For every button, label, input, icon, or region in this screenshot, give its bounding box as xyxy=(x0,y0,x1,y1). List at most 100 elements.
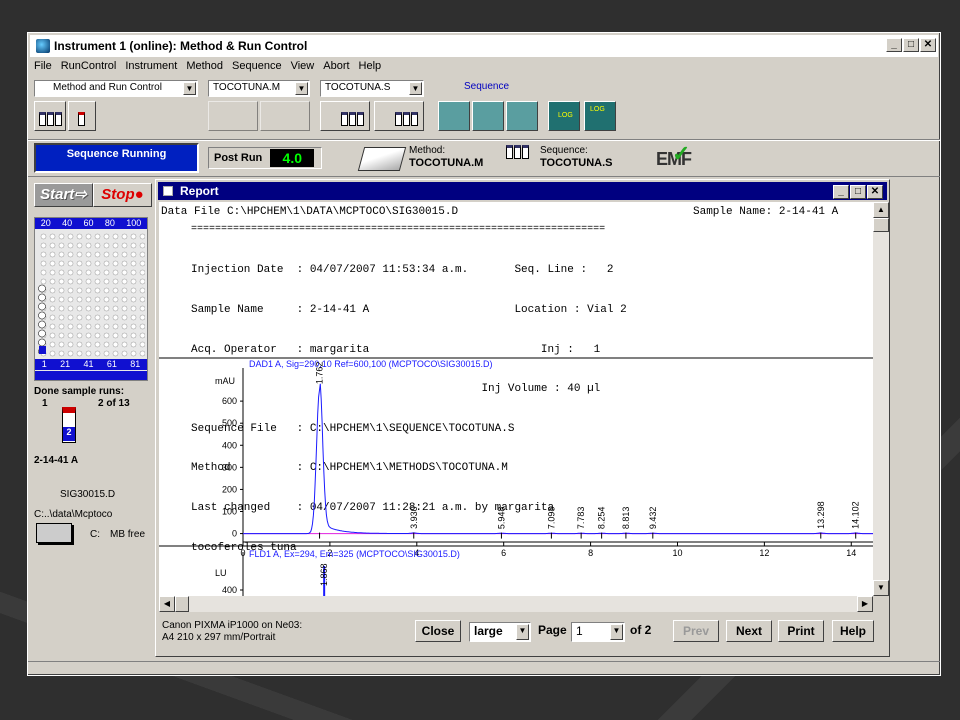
emf-status-icon[interactable]: EMF ✓ xyxy=(656,141,692,170)
drive-letter: C: xyxy=(90,529,100,540)
sequence-combo-value: TOCOTUNA.S xyxy=(325,82,391,93)
dad-peak-label: 3.930 xyxy=(409,506,419,529)
tray-col-label: 60 xyxy=(83,218,94,228)
chevron-down-icon[interactable]: ▼ xyxy=(409,82,422,95)
start-label: Start xyxy=(40,186,75,203)
chevron-down-icon[interactable]: ▼ xyxy=(183,82,196,95)
method-info: Method: TOCOTUNA.M xyxy=(409,145,483,170)
fld-y-tick-label: 400 xyxy=(222,585,237,595)
log-vials-button[interactable]: LOG xyxy=(584,101,616,131)
menu-instrument[interactable]: Instrument xyxy=(125,58,177,74)
report-horizontal-scrollbar[interactable]: ◀ ▶ xyxy=(159,596,873,612)
tray-col-label: 100 xyxy=(126,218,142,228)
tray-current-vial xyxy=(39,346,46,354)
fld-y-label: LU xyxy=(215,568,227,578)
report-close-action-button[interactable]: Close xyxy=(415,620,461,642)
dad-y-tick-label: 100 xyxy=(222,507,237,517)
menu-help[interactable]: Help xyxy=(359,58,382,74)
report-close-button[interactable]: ✕ xyxy=(867,185,883,199)
chromatogram-chart: DAD1 A, Sig=290,10 Ref=600,100 (MCPTOCO\… xyxy=(159,357,873,596)
stop-label: Stop xyxy=(101,186,135,203)
dad-peak-label: 9.432 xyxy=(648,507,658,530)
menu-method[interactable]: Method xyxy=(186,58,223,74)
save-sequence-button[interactable] xyxy=(374,101,424,131)
method-combo[interactable]: TOCOTUNA.M ▼ xyxy=(208,80,310,97)
log-button[interactable]: LOG xyxy=(548,101,580,131)
current-data-file: SIG30015.D xyxy=(60,489,116,500)
sequence-table-button[interactable] xyxy=(438,101,470,131)
dad-y-tick-label: 500 xyxy=(222,418,237,428)
post-run-label: Post Run xyxy=(214,152,263,164)
minimize-button[interactable]: _ xyxy=(886,38,902,52)
tray-col-label: 1 xyxy=(41,359,47,369)
sequence-info: Sequence: TOCOTUNA.S xyxy=(540,145,613,170)
chevron-down-icon[interactable]: ▼ xyxy=(516,624,529,640)
zoom-select[interactable]: large ▼ xyxy=(469,622,531,642)
menu-file[interactable]: File xyxy=(34,58,52,74)
report-minimize-button[interactable]: _ xyxy=(833,185,849,199)
scroll-left-icon[interactable]: ◀ xyxy=(159,596,175,612)
scroll-up-icon[interactable]: ▲ xyxy=(873,202,889,218)
page-value: 1 xyxy=(576,624,583,638)
dad-x-tick-label: 10 xyxy=(672,548,682,558)
help-button[interactable]: Help xyxy=(832,620,874,642)
scroll-right-icon[interactable]: ▶ xyxy=(857,596,873,612)
maximize-button[interactable]: □ xyxy=(903,38,919,52)
report-maximize-button[interactable]: □ xyxy=(850,185,866,199)
data-path: C:..\data\Mcptoco xyxy=(34,509,113,520)
close-button[interactable]: ✕ xyxy=(920,38,936,52)
autosampler-tray[interactable]: 20 40 60 80 100 1 21 41 61 81 xyxy=(34,217,148,381)
vials-button[interactable] xyxy=(34,101,66,131)
sequence-params-button[interactable] xyxy=(472,101,504,131)
method-info-name: TOCOTUNA.M xyxy=(409,157,484,169)
method-book-icon[interactable] xyxy=(357,147,407,171)
main-window: Instrument 1 (online): Method & Run Cont… xyxy=(27,32,941,676)
prev-button[interactable]: Prev xyxy=(673,620,719,642)
sequence-combo[interactable]: TOCOTUNA.S ▼ xyxy=(320,80,424,97)
menu-abort[interactable]: Abort xyxy=(323,58,349,74)
dad-y-tick-label: 400 xyxy=(222,440,237,450)
scroll-down-icon[interactable]: ▼ xyxy=(873,580,889,596)
dad-peak-label: 13.298 xyxy=(816,501,826,529)
page-select[interactable]: 1 ▼ xyxy=(571,622,625,642)
start-button[interactable]: Start⇨ xyxy=(34,183,93,207)
tray-bottom-labels: 1 21 41 61 81 xyxy=(35,359,147,370)
sequence-output-button[interactable] xyxy=(506,101,538,131)
dad-y-label: mAU xyxy=(215,376,235,386)
zoom-value: large xyxy=(474,624,503,638)
disk-drive-icon xyxy=(36,523,72,543)
menu-view[interactable]: View xyxy=(291,58,315,74)
report-title: Report xyxy=(180,184,219,198)
stop-button[interactable]: Stop● xyxy=(93,183,152,207)
hscroll-thumb[interactable] xyxy=(175,596,189,612)
menu-sequence[interactable]: Sequence xyxy=(232,58,282,74)
check-icon: ✓ xyxy=(672,141,690,166)
report-vertical-scrollbar[interactable]: ▲ ▼ xyxy=(873,202,889,596)
printer-name: Canon PIXMA iP1000 on Ne03: xyxy=(162,620,303,631)
chevron-down-icon[interactable]: ▼ xyxy=(610,624,623,640)
dad-peak-label: 5.948 xyxy=(496,507,506,530)
method-combo-value: TOCOTUNA.M xyxy=(213,82,281,93)
view-combo-value: Method and Run Control xyxy=(53,82,162,93)
chevron-down-icon[interactable]: ▼ xyxy=(295,82,308,95)
done-runs-label: Done sample runs: xyxy=(34,386,125,397)
print-button[interactable]: Print xyxy=(778,620,824,642)
scroll-thumb[interactable] xyxy=(873,218,889,232)
post-run-indicator: Post Run 4.0 xyxy=(208,147,322,169)
single-vial-button[interactable] xyxy=(68,101,96,131)
load-method-button[interactable] xyxy=(208,101,258,131)
menu-runcontrol[interactable]: RunControl xyxy=(61,58,117,74)
tray-vial-grid[interactable] xyxy=(39,232,145,364)
next-button[interactable]: Next xyxy=(726,620,772,642)
report-title-bar: Report _ □ ✕ xyxy=(158,182,887,200)
tray-col-label: 80 xyxy=(104,218,115,228)
save-method-button[interactable] xyxy=(260,101,310,131)
view-combo[interactable]: Method and Run Control ▼ xyxy=(34,80,198,97)
left-panel: Start⇨ Stop● 20 40 60 80 100 1 21 41 61 … xyxy=(32,179,152,673)
dad-chart-title: DAD1 A, Sig=290,10 Ref=600,100 (MCPTOCO\… xyxy=(249,359,492,369)
dad-y-tick-label: 0 xyxy=(232,529,237,539)
dad-y-tick-label: 200 xyxy=(222,484,237,494)
sequence-vials-icon[interactable] xyxy=(504,145,536,173)
dad-peak-label: 8.254 xyxy=(597,507,607,530)
load-sequence-button[interactable] xyxy=(320,101,370,131)
